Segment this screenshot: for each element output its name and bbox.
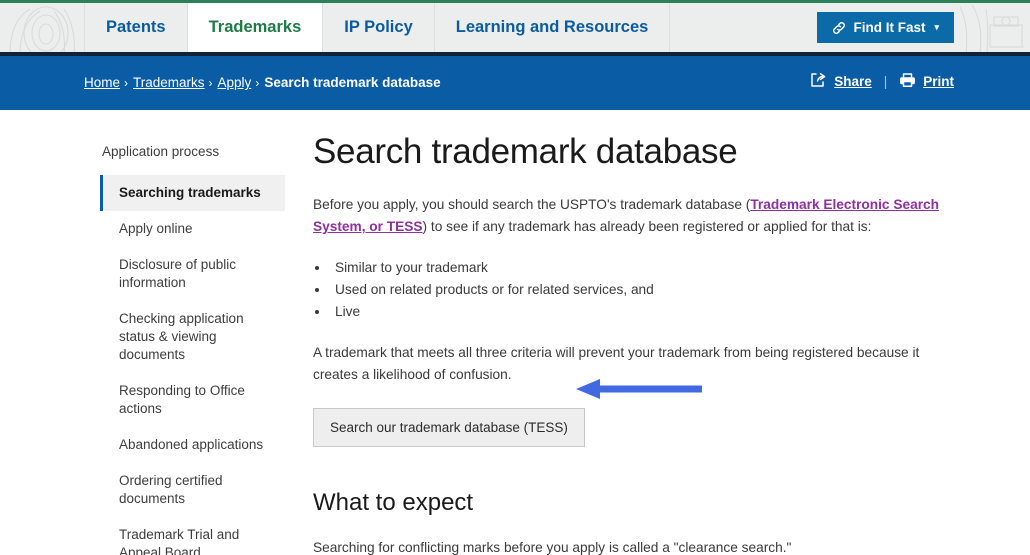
uspto-page: Patents Trademarks IP Policy Learning an… bbox=[0, 0, 1030, 555]
share-icon bbox=[810, 72, 827, 91]
breadcrumb-item-home[interactable]: Home bbox=[84, 75, 120, 90]
nav-item-label: IP Policy bbox=[344, 18, 413, 36]
chevron-down-icon: ▾ bbox=[934, 22, 939, 32]
sidebar-item-trademark-trial-and-appeal-board[interactable]: Trademark Trial and Appeal Board bbox=[100, 517, 285, 555]
nav-item-label: Trademarks bbox=[208, 18, 302, 36]
criteria-list: Similar to your trademark Used on relate… bbox=[330, 257, 953, 323]
intro-text-part2: ) to see if any trademark has already be… bbox=[422, 219, 872, 234]
print-label[interactable]: Print bbox=[923, 74, 954, 89]
sidebar-item-label: Responding to Office actions bbox=[119, 383, 245, 416]
sidebar-item-ordering-certified-documents[interactable]: Ordering certified documents bbox=[100, 463, 285, 517]
sidebar-item-label: Abandoned applications bbox=[119, 437, 264, 452]
sidebar-item-label: Trademark Trial and Appeal Board bbox=[119, 527, 240, 555]
breadcrumb-separator: › bbox=[124, 75, 129, 90]
nav-item-patents[interactable]: Patents bbox=[84, 3, 187, 52]
sidebar-item-searching-trademarks[interactable]: Searching trademarks bbox=[100, 175, 285, 211]
sidebar-title: Application process bbox=[102, 144, 220, 159]
sidebar-item-label: Ordering certified documents bbox=[119, 473, 223, 506]
find-it-fast-label: Find It Fast bbox=[853, 20, 926, 35]
link-icon bbox=[832, 21, 846, 35]
nav-item-label: Patents bbox=[106, 18, 166, 36]
breadcrumb-item-current: Search trademark database bbox=[264, 75, 441, 90]
list-item: Used on related products or for related … bbox=[330, 279, 953, 301]
intro-text-part1: Before you apply, you should search the … bbox=[313, 197, 751, 212]
breadcrumb-tools: Share | Print bbox=[810, 72, 954, 91]
nav-item-learning-and-resources[interactable]: Learning and Resources bbox=[433, 3, 671, 52]
breadcrumb: Home › Trademarks › Apply › Search trade… bbox=[84, 75, 441, 90]
what-to-expect-paragraph: Searching for conflicting marks before y… bbox=[313, 540, 792, 555]
sidebar-item-checking-application-status[interactable]: Checking application status & viewing do… bbox=[100, 301, 285, 373]
list-item: Live bbox=[330, 301, 953, 323]
intro-paragraph: Before you apply, you should search the … bbox=[313, 194, 953, 238]
sidebar-item-label: Disclosure of public information bbox=[119, 257, 237, 290]
list-item: Similar to your trademark bbox=[330, 257, 953, 279]
breadcrumb-item-trademarks[interactable]: Trademarks bbox=[133, 75, 205, 90]
breadcrumb-item-apply[interactable]: Apply bbox=[218, 75, 252, 90]
what-to-expect-heading: What to expect bbox=[313, 489, 474, 516]
breadcrumb-separator: › bbox=[208, 75, 213, 90]
sidebar-item-disclosure-of-public-information[interactable]: Disclosure of public information bbox=[100, 247, 285, 301]
nav-item-ip-policy[interactable]: IP Policy bbox=[322, 3, 433, 52]
main-content: Search trademark database Before you app… bbox=[313, 130, 953, 555]
page-title: Search trademark database bbox=[313, 132, 738, 171]
sidebar-item-label: Searching trademarks bbox=[119, 185, 261, 200]
printer-icon bbox=[899, 72, 916, 91]
find-it-fast-button[interactable]: Find It Fast ▾ bbox=[817, 12, 954, 43]
search-tess-button[interactable]: Search our trademark database (TESS) bbox=[313, 408, 585, 447]
sidebar-item-responding-to-office-actions[interactable]: Responding to Office actions bbox=[100, 373, 285, 427]
share-label[interactable]: Share bbox=[834, 74, 872, 89]
sidebar-item-label: Apply online bbox=[119, 221, 193, 236]
sidebar-item-apply-online[interactable]: Apply online bbox=[100, 211, 285, 247]
nav-item-label: Learning and Resources bbox=[455, 18, 649, 36]
sidebar-item-abandoned-applications[interactable]: Abandoned applications bbox=[100, 427, 285, 463]
primary-nav: Patents Trademarks IP Policy Learning an… bbox=[84, 3, 671, 52]
sidebar-item-label: Checking application status & viewing do… bbox=[119, 311, 244, 362]
sidebar: Application process Searching trademarks… bbox=[100, 144, 285, 555]
seal-watermark-right-icon bbox=[952, 3, 1030, 55]
nav-item-trademarks[interactable]: Trademarks bbox=[186, 3, 323, 52]
criteria-paragraph: A trademark that meets all three criteri… bbox=[313, 345, 920, 382]
breadcrumb-separator: › bbox=[255, 75, 260, 90]
share-button[interactable]: Share bbox=[810, 72, 872, 91]
tools-divider: | bbox=[883, 74, 888, 89]
print-button[interactable]: Print bbox=[899, 72, 954, 91]
seal-watermark-left-icon bbox=[0, 3, 95, 55]
